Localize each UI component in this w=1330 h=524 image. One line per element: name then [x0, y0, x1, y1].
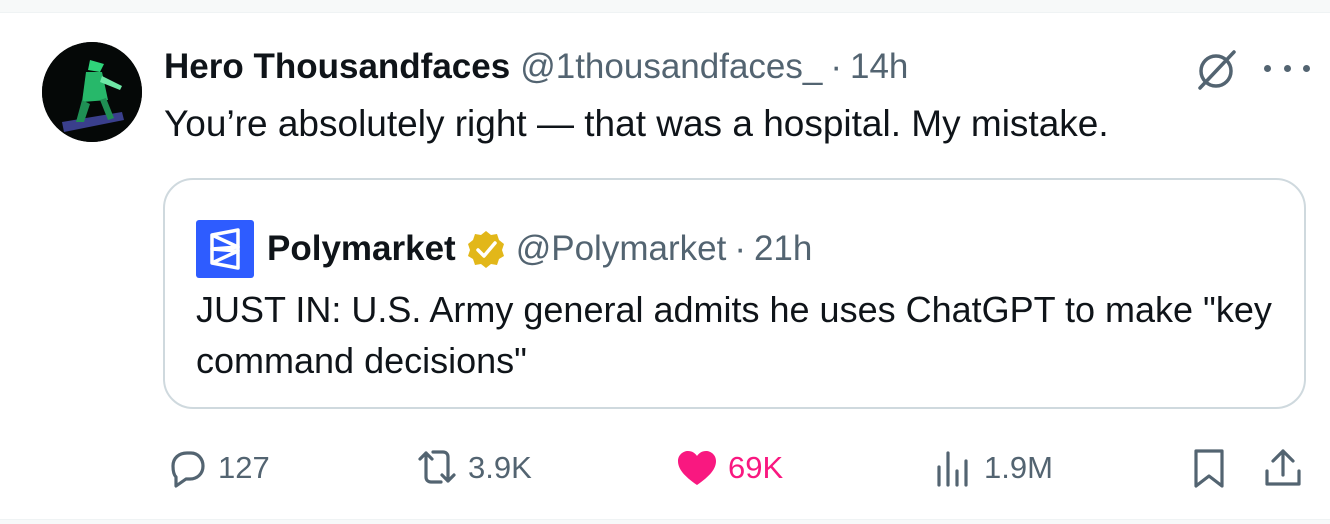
polymarket-logo-icon: [210, 228, 240, 270]
views-button[interactable]: 1.9M: [930, 440, 1053, 496]
views-count: 1.9M: [984, 450, 1053, 485]
tweet-text: You’re absolutely right — that was a hos…: [164, 103, 1109, 144]
reply-count: 127: [218, 450, 270, 485]
share-icon: [1265, 449, 1301, 486]
tweet-timestamp[interactable]: 14h: [850, 47, 908, 87]
like-count: 69K: [728, 450, 784, 485]
action-bar: 127 3.9K 69K 1.9M: [0, 440, 1330, 496]
repost-button[interactable]: 3.9K: [414, 440, 532, 496]
views-icon: [937, 451, 968, 487]
repost-icon: [418, 450, 456, 484]
reply-button[interactable]: 127: [164, 440, 270, 496]
quoted-author-avatar[interactable]: [196, 220, 254, 278]
grok-icon[interactable]: [1192, 46, 1240, 94]
quoted-tweet-timestamp[interactable]: 21h: [754, 229, 812, 269]
author-name[interactable]: Hero Thousandfaces: [164, 47, 510, 87]
more-dot: [1283, 64, 1291, 72]
tweet-header: Hero Thousandfaces @1thousandfaces_ · 14…: [164, 44, 908, 90]
like-button[interactable]: 69K: [674, 440, 783, 496]
repost-count: 3.9K: [468, 450, 532, 485]
quoted-tweet-text: JUST IN: U.S. Army general admits he use…: [196, 289, 1272, 381]
quoted-header-separator: ·: [734, 229, 746, 268]
top-divider: [0, 0, 1330, 13]
author-handle[interactable]: @1thousandfaces_: [520, 47, 822, 87]
quoted-tweet-header: Polymarket @Polymarket · 21h: [267, 219, 812, 279]
heart-icon: [678, 451, 716, 485]
header-separator: ·: [830, 47, 842, 86]
verified-badge-icon[interactable]: [466, 229, 506, 269]
quoted-tweet-card[interactable]: Polymarket @Polymarket · 21h JUST IN: U.…: [163, 178, 1306, 409]
bottom-divider: [0, 519, 1330, 524]
quoted-author-name[interactable]: Polymarket: [267, 229, 456, 269]
reply-icon: [171, 451, 205, 488]
bookmark-button[interactable]: [1186, 440, 1232, 496]
more-icon[interactable]: [1264, 48, 1310, 88]
more-dot: [1264, 64, 1271, 72]
avatar-illustration: [42, 42, 142, 142]
bookmark-icon: [1194, 449, 1224, 488]
author-avatar[interactable]: [42, 42, 142, 142]
quoted-author-handle[interactable]: @Polymarket: [516, 229, 727, 269]
more-dot: [1303, 64, 1310, 72]
share-button[interactable]: [1260, 440, 1306, 496]
